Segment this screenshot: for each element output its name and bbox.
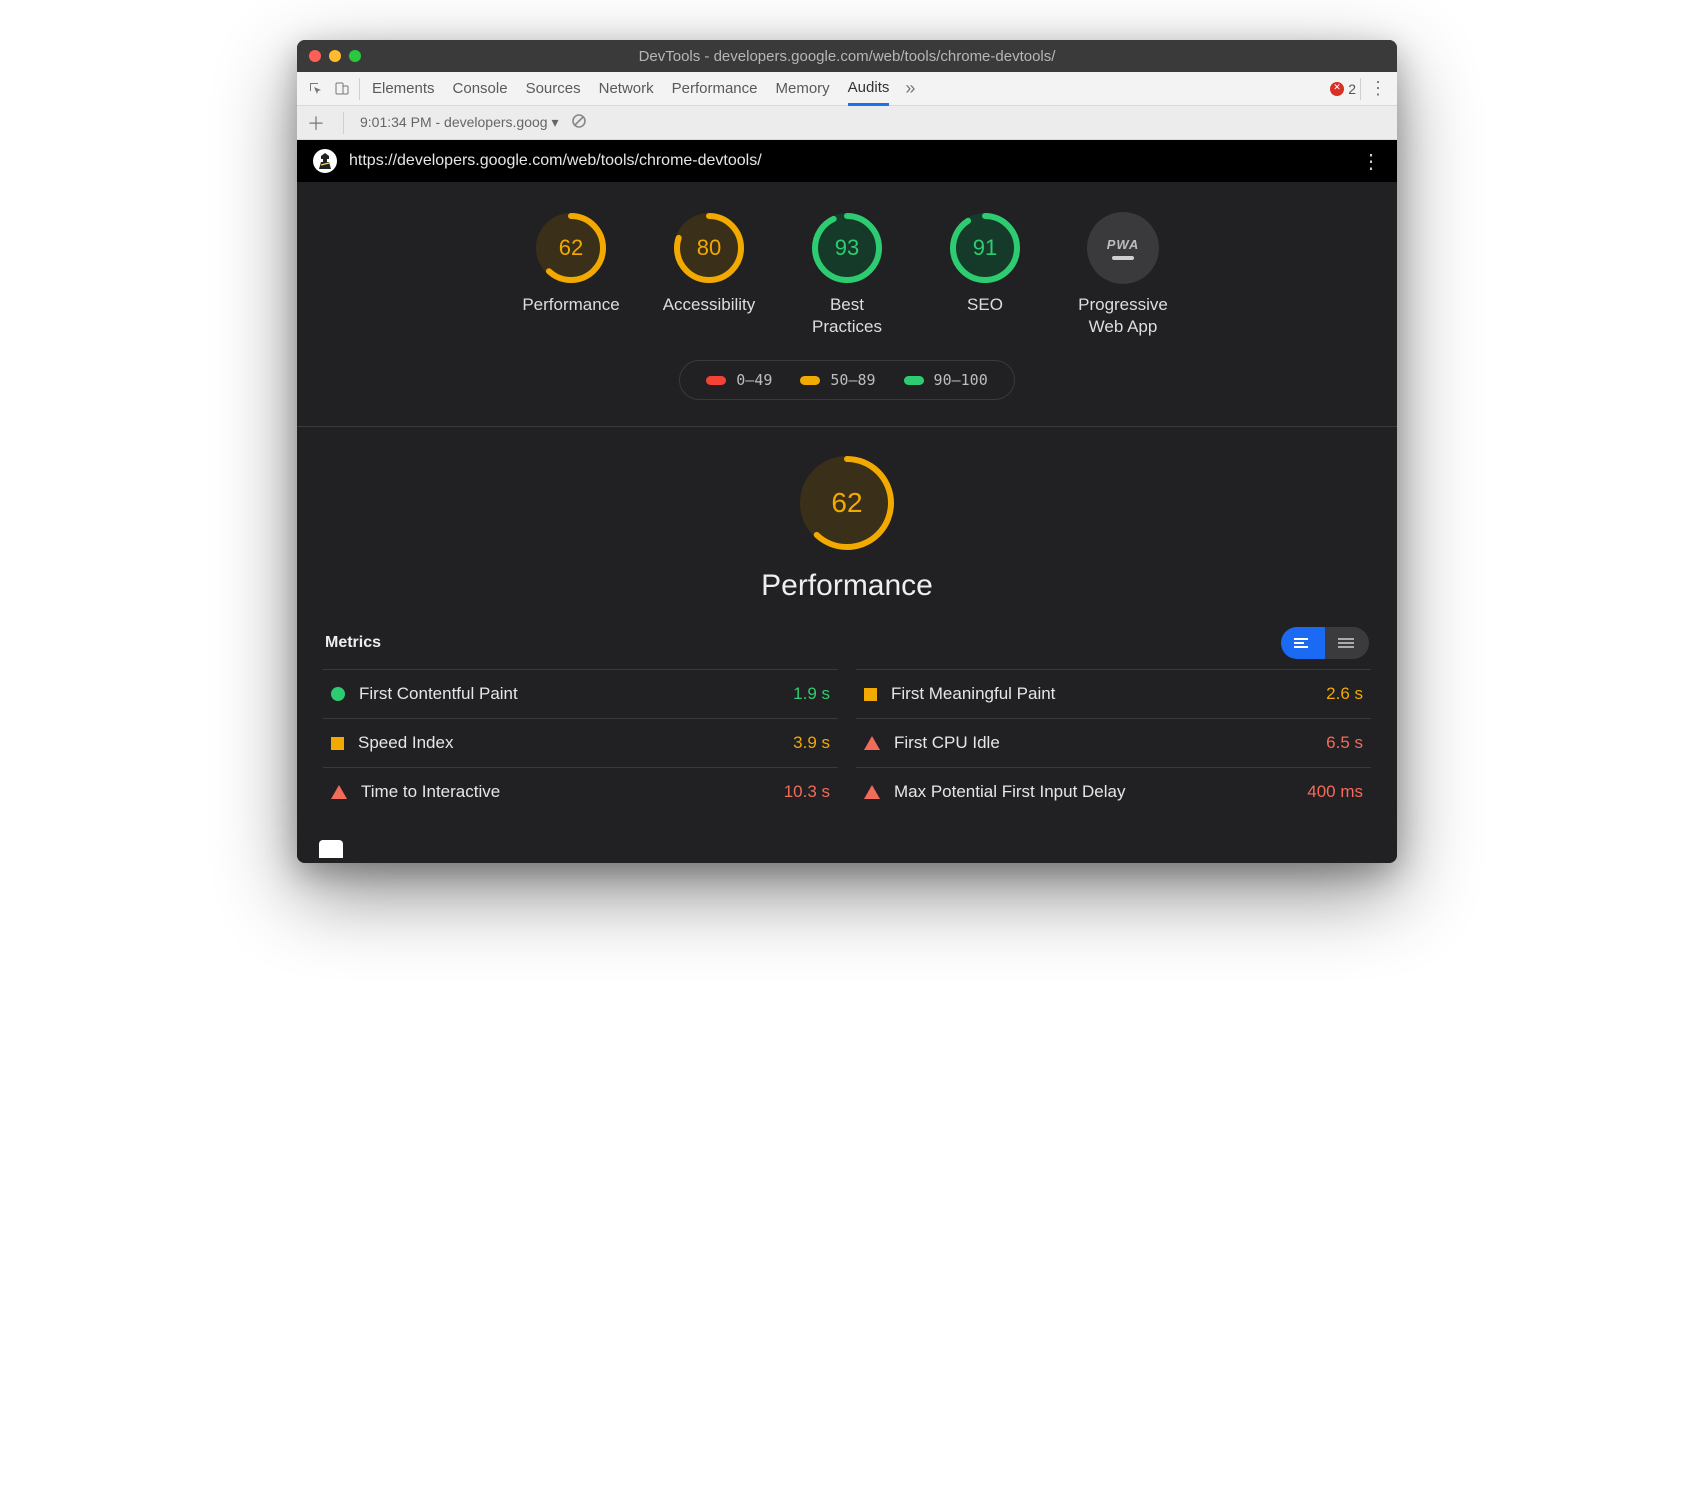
minimize-window-button[interactable] [329, 50, 341, 62]
gauge-best-practices[interactable]: 93 BestPractices [792, 212, 902, 338]
gauge-label: Accessibility [663, 294, 756, 316]
metrics-header: Metrics [297, 617, 1397, 669]
separator [1360, 78, 1361, 100]
metrics-heading: Metrics [325, 634, 381, 652]
report-dropdown[interactable]: 9:01:34 PM - developers.goog ▾ [360, 114, 559, 131]
close-window-button[interactable] [309, 50, 321, 62]
status-red-icon [864, 736, 880, 750]
view-trace-button[interactable] [319, 840, 343, 858]
gauge-seo[interactable]: 91 SEO [930, 212, 1040, 338]
status-orange-icon [864, 688, 877, 701]
legend-orange: 50–89 [800, 371, 875, 389]
score-gauges: 62 Performance 80 Accessibility 93 BestP… [297, 202, 1397, 344]
console-error-count[interactable]: 2 [1330, 81, 1356, 97]
metric-value: 6.5 s [1326, 733, 1363, 753]
metric-name: First Contentful Paint [359, 684, 518, 704]
status-red-icon [331, 785, 347, 799]
tab-performance[interactable]: Performance [672, 72, 758, 106]
metric-row[interactable]: Speed Index 3.9 s [323, 718, 838, 767]
inspect-element-icon[interactable] [303, 76, 329, 102]
metric-value: 2.6 s [1326, 684, 1363, 704]
separator [343, 112, 344, 134]
status-orange-icon [331, 737, 344, 750]
tab-elements[interactable]: Elements [372, 72, 435, 106]
gauge-label: SEO [967, 294, 1003, 316]
metrics-view-expanded[interactable] [1325, 627, 1369, 659]
panel-tabs: Elements Console Sources Network Performance… [364, 72, 897, 106]
metric-row[interactable]: Max Potential First Input Delay 400 ms [856, 767, 1371, 816]
error-count-value: 2 [1348, 81, 1356, 97]
clear-icon[interactable] [571, 113, 587, 132]
report-menu-icon[interactable]: ⋮ [1361, 149, 1381, 174]
lighthouse-report: 62 Performance 80 Accessibility 93 BestP… [297, 182, 1397, 863]
chevron-down-icon: ▾ [551, 114, 558, 130]
more-tabs-icon[interactable]: » [897, 76, 923, 102]
status-green-icon [331, 687, 345, 701]
gauge-accessibility[interactable]: 80 Accessibility [654, 212, 764, 338]
status-red-icon [864, 785, 880, 799]
audited-url: https://developers.google.com/web/tools/… [349, 152, 762, 170]
tab-sources[interactable]: Sources [526, 72, 581, 106]
tab-audits[interactable]: Audits [848, 72, 890, 106]
separator [359, 78, 360, 100]
metric-row[interactable]: First CPU Idle 6.5 s [856, 718, 1371, 767]
traffic-lights [309, 50, 361, 62]
gauge-label: ProgressiveWeb App [1078, 294, 1168, 338]
category-title: Performance [321, 569, 1373, 603]
metric-value: 400 ms [1307, 782, 1363, 802]
metric-name: Max Potential First Input Delay [894, 782, 1125, 802]
zoom-window-button[interactable] [349, 50, 361, 62]
devtools-toolbar: Elements Console Sources Network Performance… [297, 72, 1397, 106]
report-dropdown-label: 9:01:34 PM - developers.goog [360, 114, 548, 130]
window-title: DevTools - developers.google.com/web/too… [297, 48, 1397, 65]
metric-value: 3.9 s [793, 733, 830, 753]
category-section: 62 Performance [297, 427, 1397, 617]
audits-subtoolbar: ＋ 9:01:34 PM - developers.goog ▾ [297, 106, 1397, 140]
gauge-performance[interactable]: 62 Performance [516, 212, 626, 338]
metric-value: 1.9 s [793, 684, 830, 704]
gauge-pwa[interactable]: PWA ProgressiveWeb App [1068, 212, 1178, 338]
legend-red: 0–49 [706, 371, 772, 389]
metrics-table: First Contentful Paint 1.9 s First Meani… [297, 669, 1397, 834]
metric-name: Time to Interactive [361, 782, 500, 802]
metric-row[interactable]: First Meaningful Paint 2.6 s [856, 669, 1371, 718]
metric-name: Speed Index [358, 733, 453, 753]
category-gauge: 62 [799, 455, 895, 551]
gauge-label: Performance [522, 294, 619, 316]
devtools-window: DevTools - developers.google.com/web/too… [297, 40, 1397, 863]
score-legend: 0–49 50–89 90–100 [679, 360, 1014, 400]
metric-row[interactable]: Time to Interactive 10.3 s [323, 767, 838, 816]
metrics-view-toggle [1281, 627, 1369, 659]
report-urlbar: https://developers.google.com/web/tools/… [297, 140, 1397, 182]
device-toolbar-icon[interactable] [329, 76, 355, 102]
titlebar: DevTools - developers.google.com/web/too… [297, 40, 1397, 72]
lighthouse-icon [313, 149, 337, 173]
new-audit-button[interactable]: ＋ [305, 110, 327, 136]
metrics-view-compact[interactable] [1281, 627, 1325, 659]
metric-value: 10.3 s [784, 782, 830, 802]
metric-name: First CPU Idle [894, 733, 1000, 753]
error-icon [1330, 82, 1344, 96]
legend-green: 90–100 [904, 371, 988, 389]
gauge-label: BestPractices [812, 294, 882, 338]
tab-memory[interactable]: Memory [776, 72, 830, 106]
tab-console[interactable]: Console [453, 72, 508, 106]
devtools-menu-icon[interactable]: ⋮ [1365, 78, 1391, 99]
metric-row[interactable]: First Contentful Paint 1.9 s [323, 669, 838, 718]
tab-network[interactable]: Network [599, 72, 654, 106]
metric-name: First Meaningful Paint [891, 684, 1055, 704]
pwa-icon: PWA [1087, 212, 1159, 284]
